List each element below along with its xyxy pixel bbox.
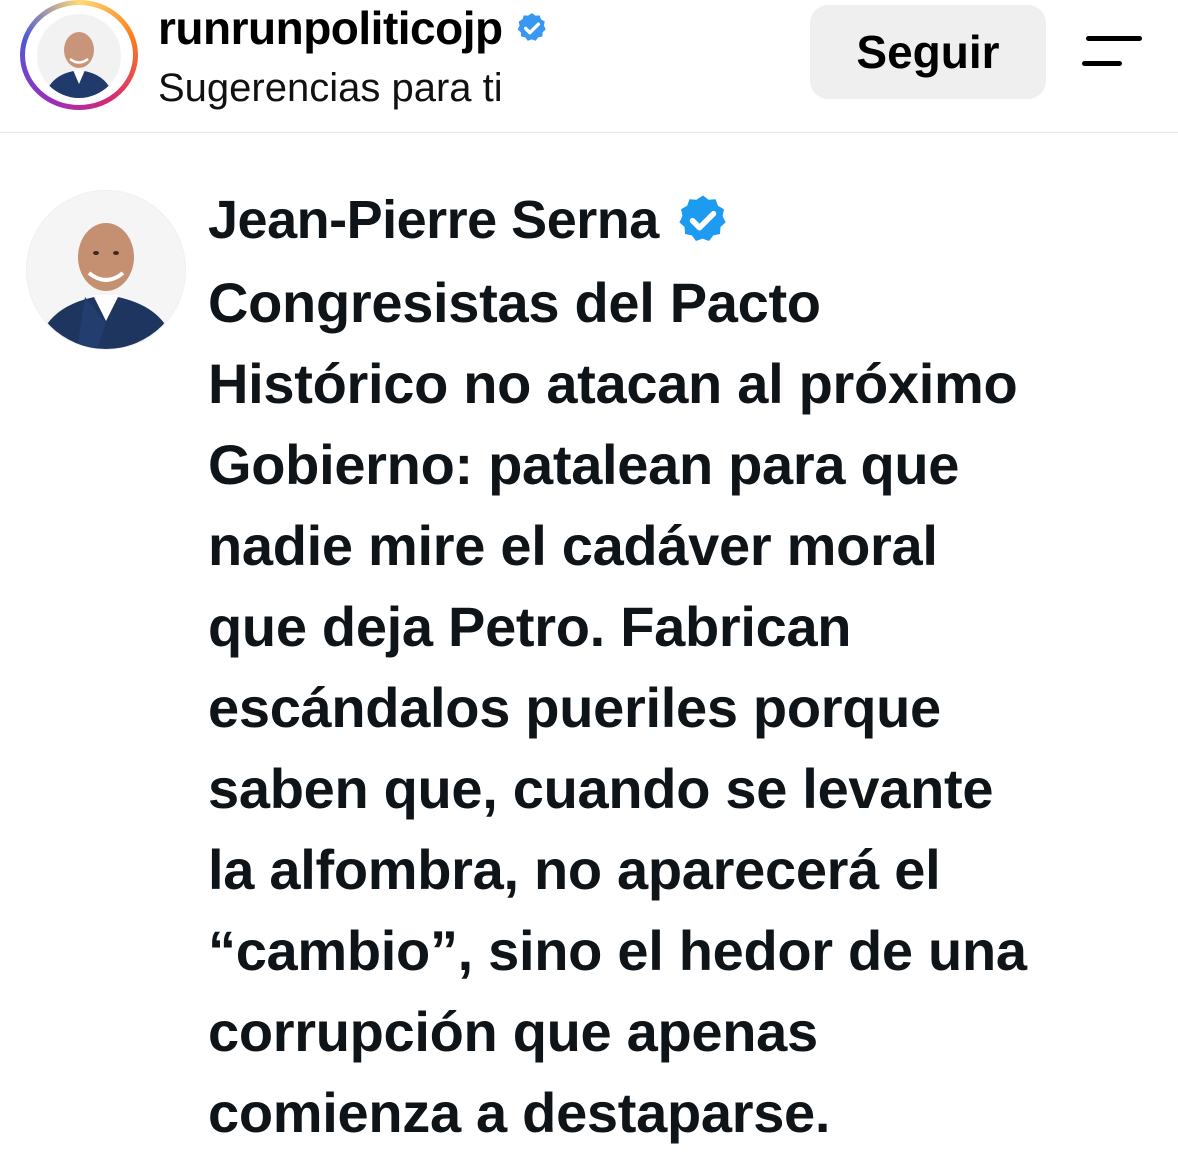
tweet-text: Congresistas del Pacto Histórico no atac… — [208, 262, 1168, 1153]
verified-badge-icon — [679, 195, 726, 241]
tweet-text-line: comienza a destaparse. — [208, 1081, 831, 1144]
tweet-text-line: “cambio”, sino el hedor de una — [208, 919, 1027, 982]
avatar-person-icon — [37, 14, 121, 98]
tweet-text-line: saben que, cuando se levante — [208, 757, 994, 820]
post-header: runrunpoliticojp Sugerencias para ti Seg… — [0, 0, 1178, 133]
verified-badge-icon — [517, 13, 546, 41]
tweet-text-line: escándalos pueriles porque — [208, 676, 941, 739]
story-ring-inner — [25, 5, 133, 105]
username-row: runrunpoliticojp — [158, 2, 549, 54]
tweet-text-line: Gobierno: patalean para que — [208, 433, 960, 496]
tweet-author-avatar — [26, 190, 186, 350]
follow-button[interactable]: Seguir — [810, 5, 1046, 99]
tweet-text-line: Histórico no atacan al próximo — [208, 352, 1018, 415]
tweet-text-line: Congresistas del Pacto — [208, 271, 821, 334]
suggestion-subtitle: Sugerencias para ti — [158, 66, 503, 110]
username[interactable]: runrunpoliticojp — [158, 1, 503, 55]
tweet-text-line: que deja Petro. Fabrican — [208, 595, 852, 658]
profile-avatar[interactable] — [37, 14, 121, 98]
menu-icon[interactable] — [1080, 32, 1144, 72]
menu-line-bottom — [1082, 61, 1122, 66]
story-ring[interactable] — [20, 0, 138, 110]
author-photo-icon — [27, 191, 185, 349]
tweet-author-row: Jean-Pierre Serna — [208, 188, 731, 252]
tweet-author-name: Jean-Pierre Serna — [208, 190, 659, 250]
tweet-text-line: corrupción que apenas — [208, 1000, 818, 1063]
tweet-text-line: la alfombra, no aparecerá el — [208, 838, 941, 901]
menu-line-top — [1086, 36, 1142, 41]
tweet-text-line: nadie mire el cadáver moral — [208, 514, 938, 577]
